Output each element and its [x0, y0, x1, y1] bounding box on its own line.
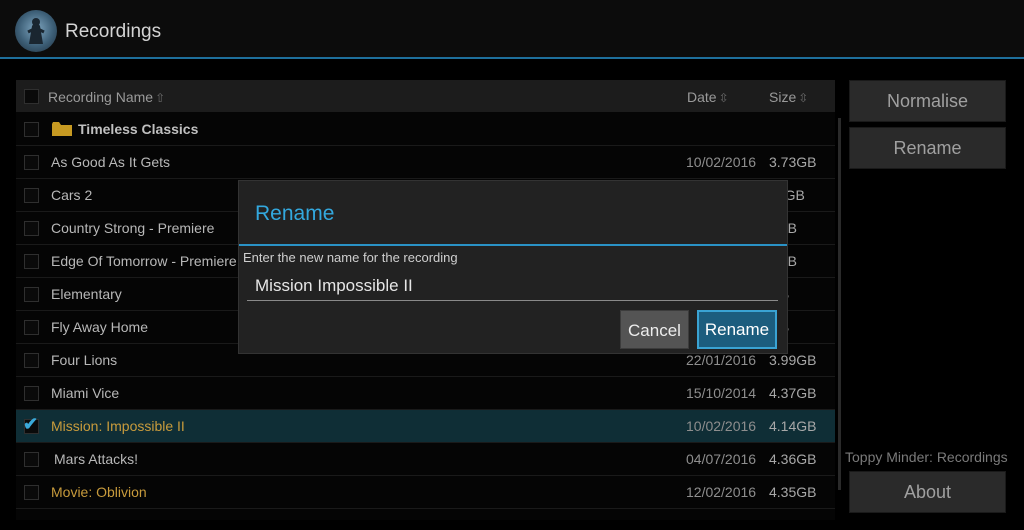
row-checkbox[interactable]: [24, 485, 39, 500]
rename-side-button[interactable]: Rename: [849, 127, 1006, 169]
recording-size: 4.35GB: [769, 484, 817, 500]
title-divider: [0, 57, 1024, 59]
column-header-name[interactable]: Recording Name ⇧: [48, 89, 165, 105]
select-all-checkbox[interactable]: [24, 89, 39, 104]
footer-label: Toppy Minder: Recordings: [845, 449, 1008, 465]
recording-name: Mission: Impossible II: [51, 418, 185, 434]
table-row-selected[interactable]: ✔ Mission: Impossible II 10/02/2016 4.14…: [16, 410, 835, 443]
app-logo-icon[interactable]: [15, 10, 57, 52]
row-checkbox[interactable]: [24, 452, 39, 467]
rename-dialog: Rename Enter the new name for the record…: [238, 180, 788, 354]
recording-date: 10/02/2016: [686, 418, 757, 434]
column-size-label: Size: [769, 89, 797, 105]
row-checkbox-checked[interactable]: ✔: [23, 414, 39, 434]
recording-name: Country Strong - Premiere: [51, 220, 215, 236]
recording-name: Cars 2: [51, 187, 93, 203]
row-checkbox[interactable]: [24, 188, 39, 203]
recording-name: Mars Attacks!: [54, 451, 139, 467]
recording-name: Elementary: [51, 286, 122, 302]
checkmark-icon: ✔: [23, 414, 39, 434]
cancel-button[interactable]: Cancel: [620, 310, 689, 349]
row-checkbox[interactable]: [24, 353, 39, 368]
row-checkbox[interactable]: [24, 320, 39, 335]
normalise-button[interactable]: Normalise: [849, 80, 1006, 122]
list-scrollbar[interactable]: [838, 118, 841, 490]
table-row[interactable]: Miami Vice 15/10/2014 4.37GB: [16, 377, 835, 410]
row-checkbox[interactable]: [24, 122, 39, 137]
dialog-divider: [239, 244, 787, 246]
recording-size: 4.14GB: [769, 418, 817, 434]
row-checkbox[interactable]: [24, 155, 39, 170]
recording-name: Four Lions: [51, 352, 118, 368]
recording-name: Miami Vice: [51, 385, 120, 401]
row-checkbox[interactable]: [24, 254, 39, 269]
recording-name: Timeless Classics: [78, 121, 199, 137]
about-button[interactable]: About: [849, 471, 1006, 513]
folder-icon: [52, 122, 72, 136]
recording-name: Movie: Oblivion: [51, 484, 147, 500]
recording-size: 3.73GB: [769, 154, 817, 170]
recording-size: 4.37GB: [769, 385, 817, 401]
recording-name: Fly Away Home: [51, 319, 148, 335]
column-header-date[interactable]: Date ⇳: [687, 89, 729, 105]
column-name-label: Recording Name: [48, 89, 154, 105]
recording-date: 15/10/2014: [686, 385, 757, 401]
recording-date: 04/07/2016: [686, 451, 757, 467]
row-checkbox[interactable]: [24, 287, 39, 302]
recording-name: As Good As It Gets: [51, 154, 171, 170]
row-checkbox[interactable]: [24, 386, 39, 401]
sort-arrows-icon: ⇧: [155, 91, 166, 105]
sort-arrows-icon: ⇳: [718, 91, 729, 105]
table-row[interactable]: Mars Attacks! 04/07/2016 4.36GB: [16, 443, 835, 476]
table-row[interactable]: Movie: Oblivion 12/02/2016 4.35GB: [16, 476, 835, 509]
recording-date: 10/02/2016: [686, 154, 757, 170]
recording-size: 3.99GB: [769, 352, 817, 368]
recording-date: 12/02/2016: [686, 484, 757, 500]
row-checkbox[interactable]: [24, 221, 39, 236]
sort-arrows-icon: ⇳: [798, 91, 809, 105]
title-bar: Recordings: [0, 0, 1024, 58]
list-header: Recording Name ⇧ Date ⇳ Size ⇳: [16, 80, 835, 112]
recording-name: Edge Of Tomorrow - Premiere: [51, 253, 237, 269]
rename-confirm-button[interactable]: Rename: [697, 310, 777, 349]
folder-row[interactable]: Timeless Classics: [16, 113, 835, 146]
recording-size: 4.36GB: [769, 451, 817, 467]
column-date-label: Date: [687, 89, 717, 105]
column-header-size[interactable]: Size ⇳: [769, 89, 808, 105]
dialog-prompt: Enter the new name for the recording: [243, 250, 458, 265]
app-title: Recordings: [65, 21, 162, 42]
recording-date: 22/01/2016: [686, 352, 757, 368]
table-row[interactable]: As Good As It Gets 10/02/2016 3.73GB: [16, 146, 835, 179]
dialog-title: Rename: [255, 202, 335, 225]
recording-name-input[interactable]: Mission Impossible II: [247, 271, 778, 301]
